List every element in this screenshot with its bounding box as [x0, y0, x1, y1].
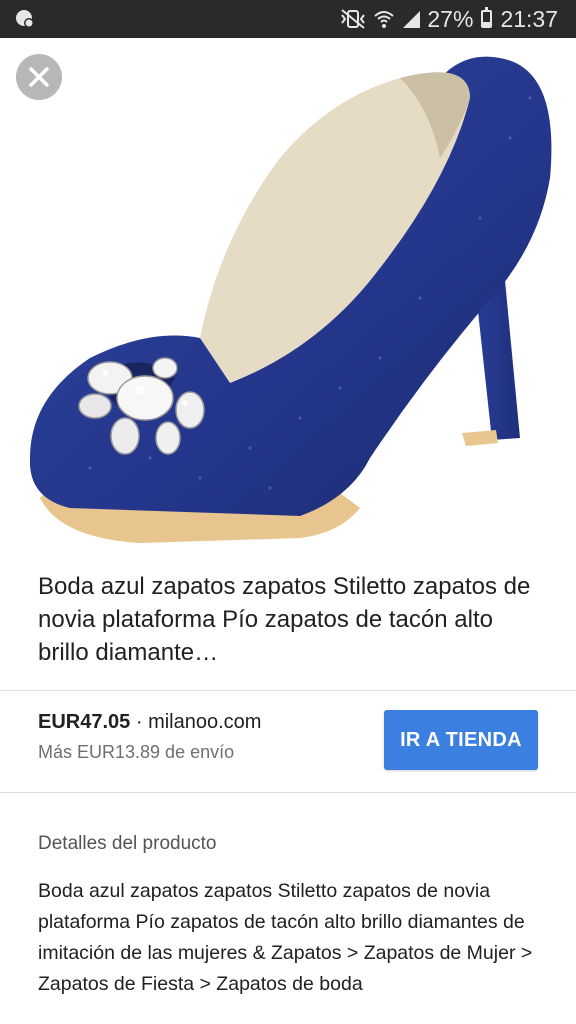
- status-right: 27% 21:37: [339, 6, 558, 33]
- status-bar: 27% 21:37: [0, 0, 576, 38]
- close-icon: [29, 67, 49, 87]
- product-image[interactable]: [0, 38, 576, 550]
- details-text: Boda azul zapatos zapatos Stiletto zapat…: [38, 880, 533, 995]
- signal-icon: [401, 9, 421, 29]
- status-left: [14, 8, 36, 30]
- divider: [0, 690, 576, 691]
- clock: 21:37: [500, 5, 558, 32]
- price-separator: ·: [135, 711, 143, 733]
- battery-percent: 27%: [427, 5, 474, 32]
- price-line: EUR47.05 · milanoo.com: [38, 711, 261, 734]
- shoe-image: [29, 56, 552, 543]
- details-heading: Detalles del producto: [38, 833, 217, 854]
- price: EUR47.05: [38, 711, 131, 733]
- product-title[interactable]: Boda azul zapatos zapatos Stiletto zapat…: [38, 570, 548, 669]
- battery-icon: [481, 7, 493, 28]
- battery-level: [483, 22, 491, 26]
- divider: [0, 792, 576, 793]
- mute-vibrate-icon: [339, 8, 367, 30]
- shipping-cost: Más EUR13.89 de envío: [38, 742, 235, 762]
- android-debug-icon: [14, 8, 36, 30]
- store-name: milanoo.com: [148, 711, 262, 733]
- wifi-icon: [373, 8, 395, 30]
- close-button[interactable]: [16, 54, 62, 100]
- go-to-store-button[interactable]: IR A TIENDA: [384, 710, 538, 770]
